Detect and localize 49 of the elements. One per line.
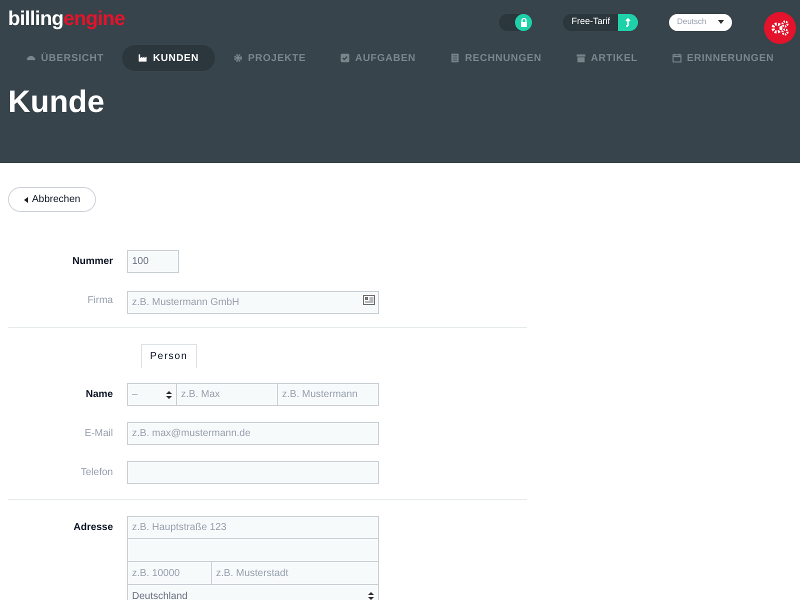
nav-tab[interactable]: PROJEKTE bbox=[217, 45, 322, 71]
caret-icon bbox=[718, 20, 724, 24]
arrow-up-icon bbox=[625, 17, 631, 27]
input-field[interactable]: z.B. Musterstadt bbox=[212, 562, 379, 585]
nav-tab[interactable]: KUNDEN bbox=[122, 45, 215, 71]
gears-icon bbox=[770, 20, 790, 36]
nav-tab[interactable]: ERINNERUNGEN bbox=[656, 45, 790, 71]
contact-card-icon bbox=[363, 295, 375, 305]
caret-left-icon bbox=[24, 196, 28, 202]
input-field[interactable]: z.B. 10000 bbox=[127, 562, 212, 585]
field-label: Firma bbox=[86, 294, 114, 308]
salutation-select[interactable]: – bbox=[127, 383, 177, 406]
settings-button[interactable] bbox=[764, 12, 796, 44]
sort-icon bbox=[166, 390, 172, 398]
field-label: E-Mail bbox=[84, 427, 114, 441]
nav-tab[interactable]: ARTIKEL bbox=[560, 45, 654, 71]
input-field[interactable]: z.B. Mustermann GmbH bbox=[127, 291, 379, 314]
field-label: Adresse bbox=[72, 521, 114, 535]
input-field[interactable]: z.B. max@mustermann.de bbox=[127, 422, 379, 445]
logo-text: billing bbox=[8, 9, 64, 29]
field-label: Telefon bbox=[80, 466, 114, 480]
lock-toggle[interactable] bbox=[499, 14, 532, 30]
input-field[interactable]: z.B. Mustermann bbox=[278, 383, 379, 406]
form-tab[interactable]: Person bbox=[141, 344, 197, 368]
nav-tab[interactable]: ÜBERSICHT bbox=[10, 45, 120, 71]
logo-text: engine bbox=[63, 9, 125, 29]
gear-icon bbox=[233, 53, 243, 63]
input-field[interactable]: z.B. Max bbox=[177, 383, 278, 406]
country-select[interactable]: Deutschland bbox=[127, 585, 379, 600]
field-label: Nummer bbox=[71, 255, 114, 269]
field-label: Name bbox=[84, 388, 114, 402]
input-field[interactable] bbox=[127, 539, 379, 562]
input-field[interactable] bbox=[127, 461, 379, 484]
gauge-icon bbox=[26, 53, 36, 63]
cancel-button[interactable]: Abbrechen bbox=[8, 187, 96, 212]
calendar-icon bbox=[672, 53, 682, 63]
sort-icon bbox=[368, 592, 374, 600]
page-title: Kunde bbox=[7, 86, 106, 117]
factory-icon bbox=[138, 53, 148, 63]
box-icon bbox=[576, 53, 586, 63]
language-dropdown[interactable]: Deutsch bbox=[669, 14, 732, 30]
lock-icon bbox=[520, 18, 528, 26]
nav-tab[interactable]: AUFGABEN bbox=[324, 45, 432, 71]
input-field[interactable]: 100 bbox=[127, 250, 179, 273]
checkbox-icon bbox=[340, 53, 350, 63]
nav-tab[interactable]: RECHNUNGEN bbox=[434, 45, 558, 71]
plan-button[interactable]: Free-Tarif bbox=[563, 14, 638, 30]
document-icon bbox=[450, 53, 460, 63]
input-field[interactable]: z.B. Hauptstraße 123 bbox=[127, 516, 379, 539]
